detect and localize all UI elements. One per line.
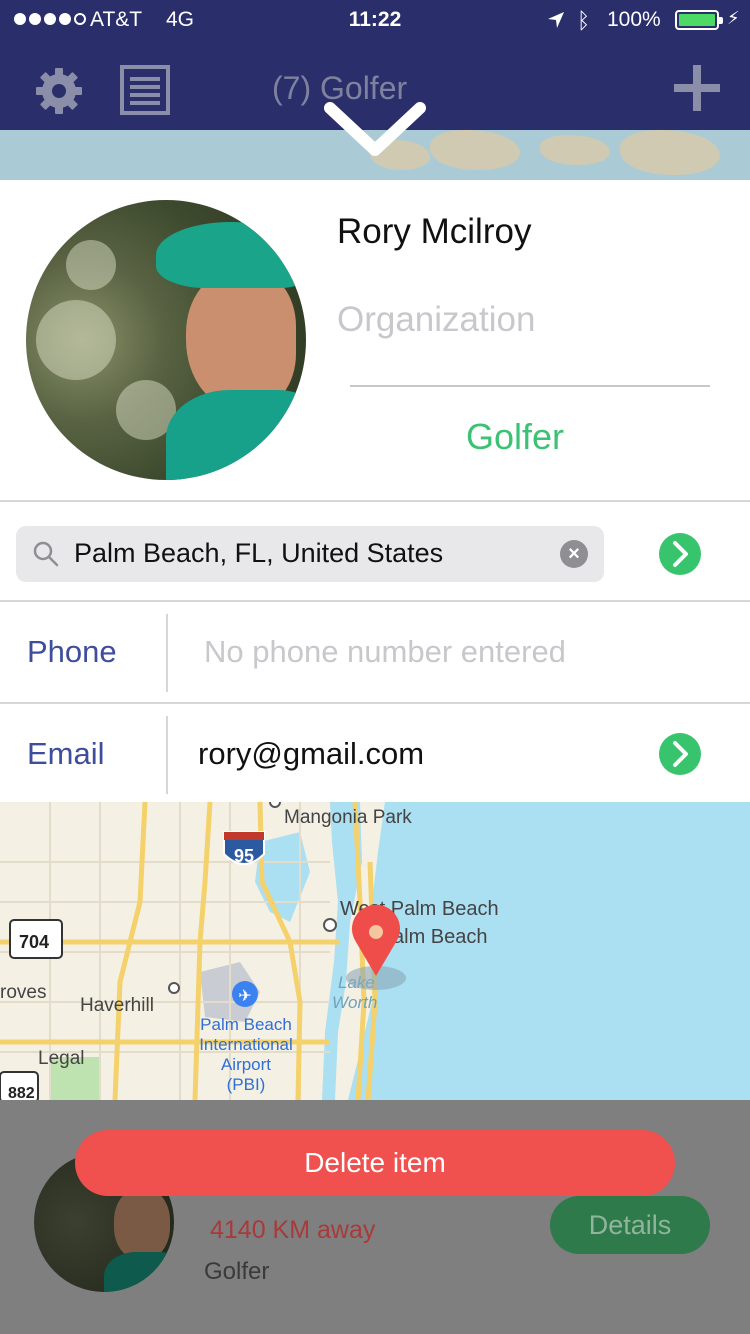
battery-percent: 100% bbox=[607, 8, 661, 31]
field-separator bbox=[166, 716, 168, 794]
map-label-hw882: 882 bbox=[8, 1085, 35, 1100]
charging-icon: ⚡ bbox=[727, 8, 740, 28]
category-label: Golfer bbox=[204, 1258, 270, 1285]
map-label-legal: Legal bbox=[38, 1048, 85, 1069]
map-label-airport-4: (PBI) bbox=[227, 1075, 266, 1094]
category-label[interactable]: Golfer bbox=[340, 416, 690, 458]
phone-field[interactable]: No phone number entered bbox=[204, 634, 566, 670]
map-label-worth: Worth bbox=[332, 993, 377, 1012]
field-separator bbox=[166, 614, 168, 692]
search-value: Palm Beach, FL, United States bbox=[74, 538, 444, 568]
divider bbox=[0, 702, 750, 704]
phone-label: Phone bbox=[27, 634, 117, 669]
avatar[interactable] bbox=[26, 200, 306, 480]
location-arrow-icon bbox=[548, 12, 564, 28]
map-label-airport-2: International bbox=[199, 1035, 293, 1054]
search-icon bbox=[33, 541, 59, 567]
location-go-button[interactable] bbox=[659, 533, 701, 575]
list-icon[interactable] bbox=[119, 64, 171, 116]
distance-label: 4140 KM away bbox=[210, 1216, 376, 1244]
map-label-haverhill: Haverhill bbox=[80, 995, 154, 1016]
airplane-icon: ✈ bbox=[238, 986, 251, 1005]
map-graphic: 95 704 882 ✈ Mangonia Park West Palm Bea… bbox=[0, 802, 750, 1100]
chevron-right-icon bbox=[673, 741, 688, 767]
map-label-airport-1: Palm Beach bbox=[200, 1015, 292, 1034]
organization-field[interactable]: Organization bbox=[337, 300, 535, 340]
clear-icon[interactable]: × bbox=[560, 540, 588, 568]
map-label-pb: alm Beach bbox=[393, 926, 488, 948]
location-search-input[interactable]: Palm Beach, FL, United States × bbox=[16, 526, 604, 582]
organization-underline bbox=[350, 385, 710, 387]
chevron-right-icon bbox=[673, 541, 688, 567]
map-label-mangonia: Mangonia Park bbox=[284, 807, 412, 828]
divider bbox=[0, 500, 750, 502]
contact-name[interactable]: Rory Mcilroy bbox=[337, 212, 531, 252]
divider bbox=[0, 600, 750, 602]
map-label-hw95: 95 bbox=[234, 846, 254, 866]
email-label: Email bbox=[27, 736, 105, 771]
profile-card: Rory Mcilroy Organization Golfer bbox=[0, 180, 750, 500]
email-go-button[interactable] bbox=[659, 733, 701, 775]
details-button[interactable]: Details bbox=[550, 1196, 710, 1254]
map-view[interactable]: 95 704 882 ✈ Mangonia Park West Palm Bea… bbox=[0, 802, 750, 1100]
gear-icon[interactable] bbox=[34, 66, 84, 116]
plus-icon[interactable] bbox=[672, 63, 722, 113]
status-bar: AT&T 4G 11:22 ᛒ 100% ⚡ bbox=[0, 0, 750, 40]
map-label-hw704: 704 bbox=[19, 932, 49, 952]
delete-item-button[interactable]: Delete item bbox=[75, 1130, 675, 1196]
bluetooth-icon: ᛒ bbox=[577, 8, 591, 33]
chevron-down-icon[interactable] bbox=[322, 100, 428, 158]
map-label-airport-3: Airport bbox=[221, 1055, 271, 1074]
battery-icon bbox=[675, 10, 723, 30]
email-field[interactable]: rory@gmail.com bbox=[198, 736, 424, 772]
map-label-groves: roves bbox=[0, 982, 46, 1003]
